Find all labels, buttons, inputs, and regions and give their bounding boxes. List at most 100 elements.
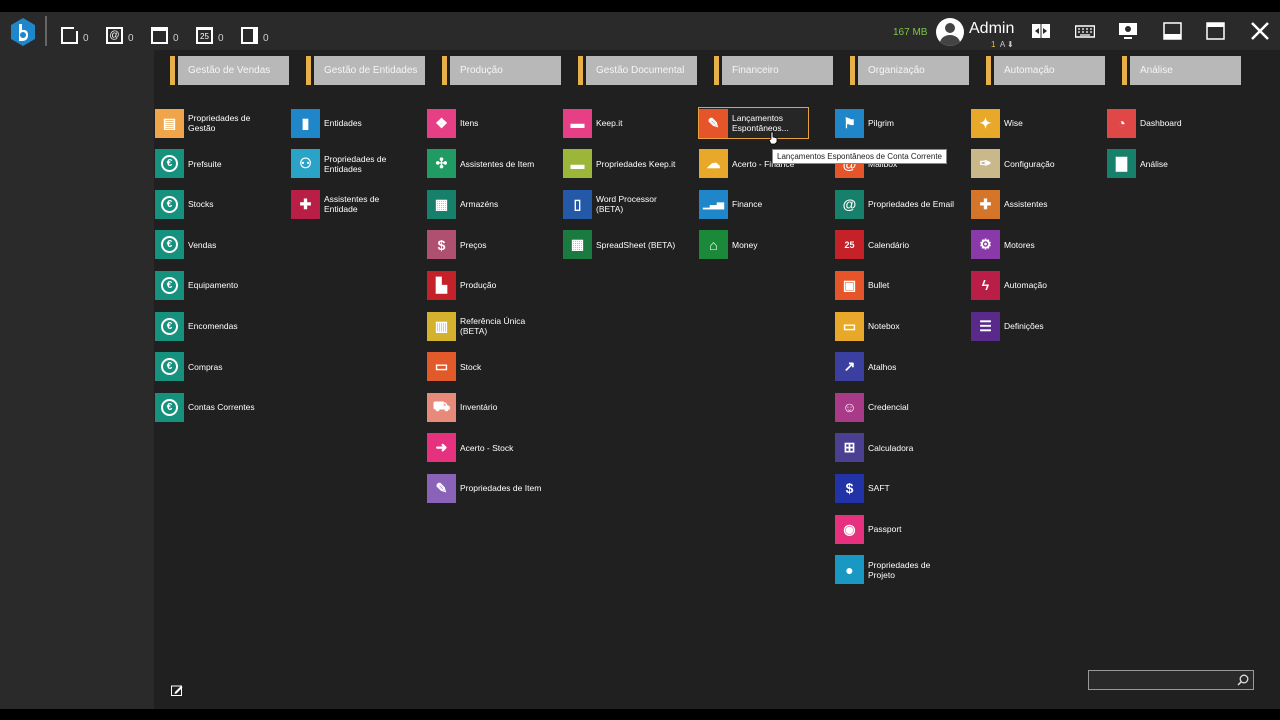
module-tile[interactable]: ❖ Itens bbox=[427, 108, 549, 138]
module-label: Assistentes bbox=[1004, 199, 1048, 210]
module-label: Finance bbox=[732, 199, 763, 210]
euro-icon: € bbox=[155, 392, 184, 422]
module-tile[interactable]: € Contas Correntes bbox=[155, 392, 277, 422]
module-label: Configuração bbox=[1004, 158, 1055, 169]
document-properties-icon: ▤ bbox=[155, 108, 184, 138]
module-tile[interactable]: ▙ Produção bbox=[427, 270, 549, 300]
module-tile[interactable]: ▦ Armazéns bbox=[427, 189, 549, 219]
group-header[interactable]: Produção bbox=[442, 56, 561, 85]
module-tile[interactable]: ϟ Automação bbox=[971, 270, 1093, 300]
module-tile[interactable]: ⊞ Calculadora bbox=[835, 433, 957, 463]
group-header[interactable]: Organização bbox=[850, 56, 969, 85]
module-tile[interactable]: ▬ Propriedades Keep.it bbox=[563, 149, 685, 179]
module-tile[interactable]: ▭ Notebox bbox=[835, 311, 957, 341]
module-tile[interactable]: € Stocks bbox=[155, 189, 277, 219]
module-tile[interactable]: ✚ Assistentes de Entidade bbox=[291, 189, 413, 219]
module-tile[interactable]: ▥ Referência Única (BETA) bbox=[427, 311, 549, 341]
search-box[interactable] bbox=[1088, 670, 1254, 690]
edit-icon[interactable] bbox=[171, 685, 183, 696]
split-view-icon[interactable] bbox=[1031, 22, 1051, 40]
tasks-counter[interactable]: 0 bbox=[61, 22, 89, 44]
module-tile[interactable]: € Compras bbox=[155, 352, 277, 382]
module-tile[interactable]: € Vendas bbox=[155, 230, 277, 260]
search-input[interactable] bbox=[1093, 673, 1233, 687]
minimize-icon[interactable] bbox=[1163, 22, 1183, 40]
module-tile[interactable]: $ SAFT bbox=[835, 473, 957, 503]
module-tile[interactable]: ◉ Passport bbox=[835, 514, 957, 544]
module-tile[interactable]: ▮ Entidades bbox=[291, 108, 413, 138]
avatar[interactable] bbox=[936, 18, 964, 46]
module-label: Assistentes de Item bbox=[460, 158, 535, 169]
keyboard-icon[interactable] bbox=[1075, 22, 1095, 40]
module-tile[interactable]: € Prefsuite bbox=[155, 149, 277, 179]
group-header[interactable]: Financeiro bbox=[714, 56, 833, 85]
close-icon[interactable] bbox=[1250, 22, 1270, 40]
module-tile[interactable]: ⚙ Motores bbox=[971, 230, 1093, 260]
module-label: Contas Correntes bbox=[188, 402, 255, 413]
module-tile[interactable]: ➜ Acerto - Stock bbox=[427, 433, 549, 463]
module-tile[interactable]: ✣ Assistentes de Item bbox=[427, 149, 549, 179]
shortcut-icon: ↗ bbox=[835, 352, 864, 382]
module-tile[interactable]: ✎ Propriedades de Item bbox=[427, 473, 549, 503]
group-header[interactable]: Gestão de Vendas bbox=[170, 56, 289, 85]
group-header[interactable]: Gestão Documental bbox=[578, 56, 697, 85]
module-grid: Gestão de Vendas ▤ Propriedades de Gestão €… bbox=[154, 50, 1280, 709]
module-tile[interactable]: ▇ Análise bbox=[1107, 149, 1229, 179]
module-tile[interactable]: ⌂ Money bbox=[699, 230, 821, 260]
remote-screen-icon[interactable] bbox=[1118, 22, 1138, 40]
group-header[interactable]: Automação bbox=[986, 56, 1105, 85]
module-tile[interactable]: @ Propriedades de Email bbox=[835, 189, 957, 219]
app-logo[interactable] bbox=[10, 17, 36, 47]
calculator-icon: ⊞ bbox=[835, 433, 864, 463]
module-tile[interactable]: ▁▃▅ Finance bbox=[699, 189, 821, 219]
module-tile[interactable]: ↗ Atalhos bbox=[835, 352, 957, 382]
group-header[interactable]: Gestão de Entidades bbox=[306, 56, 425, 85]
module-tile[interactable]: ▤ Propriedades de Gestão bbox=[155, 108, 277, 138]
module-tile[interactable]: ⛟ Inventário bbox=[427, 392, 549, 422]
module-tile[interactable]: ☺ Credencial bbox=[835, 392, 957, 422]
module-tile[interactable]: ✎ Lançamentos Espontâneos... bbox=[698, 107, 809, 139]
download-icon: ⬇ bbox=[1007, 40, 1014, 49]
module-tile[interactable]: ▦ SpreadSheet (BETA) bbox=[563, 230, 685, 260]
module-tile[interactable]: ◔ Dashboard bbox=[1107, 108, 1229, 138]
wand-icon: ✦ bbox=[971, 108, 1000, 138]
notes-counter[interactable]: 0 bbox=[151, 22, 179, 44]
column-7: Análise ◔ Dashboard ▇ Análise bbox=[1106, 56, 1241, 179]
module-tile[interactable]: ☰ Definições bbox=[971, 311, 1093, 341]
euro-icon: € bbox=[155, 270, 184, 300]
user-name[interactable]: Admin bbox=[969, 20, 1014, 38]
module-tile[interactable]: ⚇ Propriedades de Entidades bbox=[291, 149, 413, 179]
module-label: Propriedades de Email bbox=[868, 199, 954, 210]
module-tile[interactable]: ▣ Bullet bbox=[835, 270, 957, 300]
gauge-icon: ◔ bbox=[1107, 108, 1136, 138]
module-label: Vendas bbox=[188, 239, 217, 250]
module-tile[interactable]: ✚ Assistentes bbox=[971, 189, 1093, 219]
module-tile[interactable]: $ Preços bbox=[427, 230, 549, 260]
module-tile[interactable]: ✦ Wise bbox=[971, 108, 1093, 138]
module-label: Armazéns bbox=[460, 199, 499, 210]
tooltip: Lançamentos Espontâneos de Conta Corrent… bbox=[772, 149, 947, 164]
maximize-icon[interactable] bbox=[1206, 22, 1226, 40]
credential-icon: ☺ bbox=[835, 392, 864, 422]
module-tile[interactable]: 25 Calendário bbox=[835, 230, 957, 260]
module-label: Entidades bbox=[324, 118, 362, 128]
search-icon[interactable] bbox=[1237, 674, 1249, 686]
mail-counter[interactable]: @ 0 bbox=[106, 22, 134, 44]
bullet-counter[interactable]: 0 bbox=[241, 22, 269, 44]
module-tile[interactable]: ⚑ Pilgrim bbox=[835, 108, 957, 138]
module-tile[interactable]: ✑ Configuração bbox=[971, 149, 1093, 179]
module-label: Assistentes de Entidade bbox=[324, 194, 380, 215]
module-label: Inventário bbox=[460, 402, 498, 413]
wrench-icon: ✑ bbox=[971, 149, 1000, 179]
column-0: Gestão de Vendas ▤ Propriedades de Gestão €… bbox=[154, 56, 289, 422]
truck-icon: ⛟ bbox=[427, 392, 456, 422]
module-tile[interactable]: ▬ Keep.it bbox=[563, 108, 685, 138]
calendar-counter[interactable]: 25 0 bbox=[196, 22, 224, 44]
module-tile[interactable]: ▯ Word Processor (BETA) bbox=[563, 189, 685, 219]
group-header[interactable]: Análise bbox=[1122, 56, 1241, 85]
module-tile[interactable]: € Equipamento bbox=[155, 270, 277, 300]
module-tile[interactable]: ● Propriedades de Projeto bbox=[835, 555, 957, 585]
module-tile[interactable]: ▭ Stock bbox=[427, 352, 549, 382]
module-tile[interactable]: € Encomendas bbox=[155, 311, 277, 341]
module-label: Preços bbox=[460, 239, 487, 250]
